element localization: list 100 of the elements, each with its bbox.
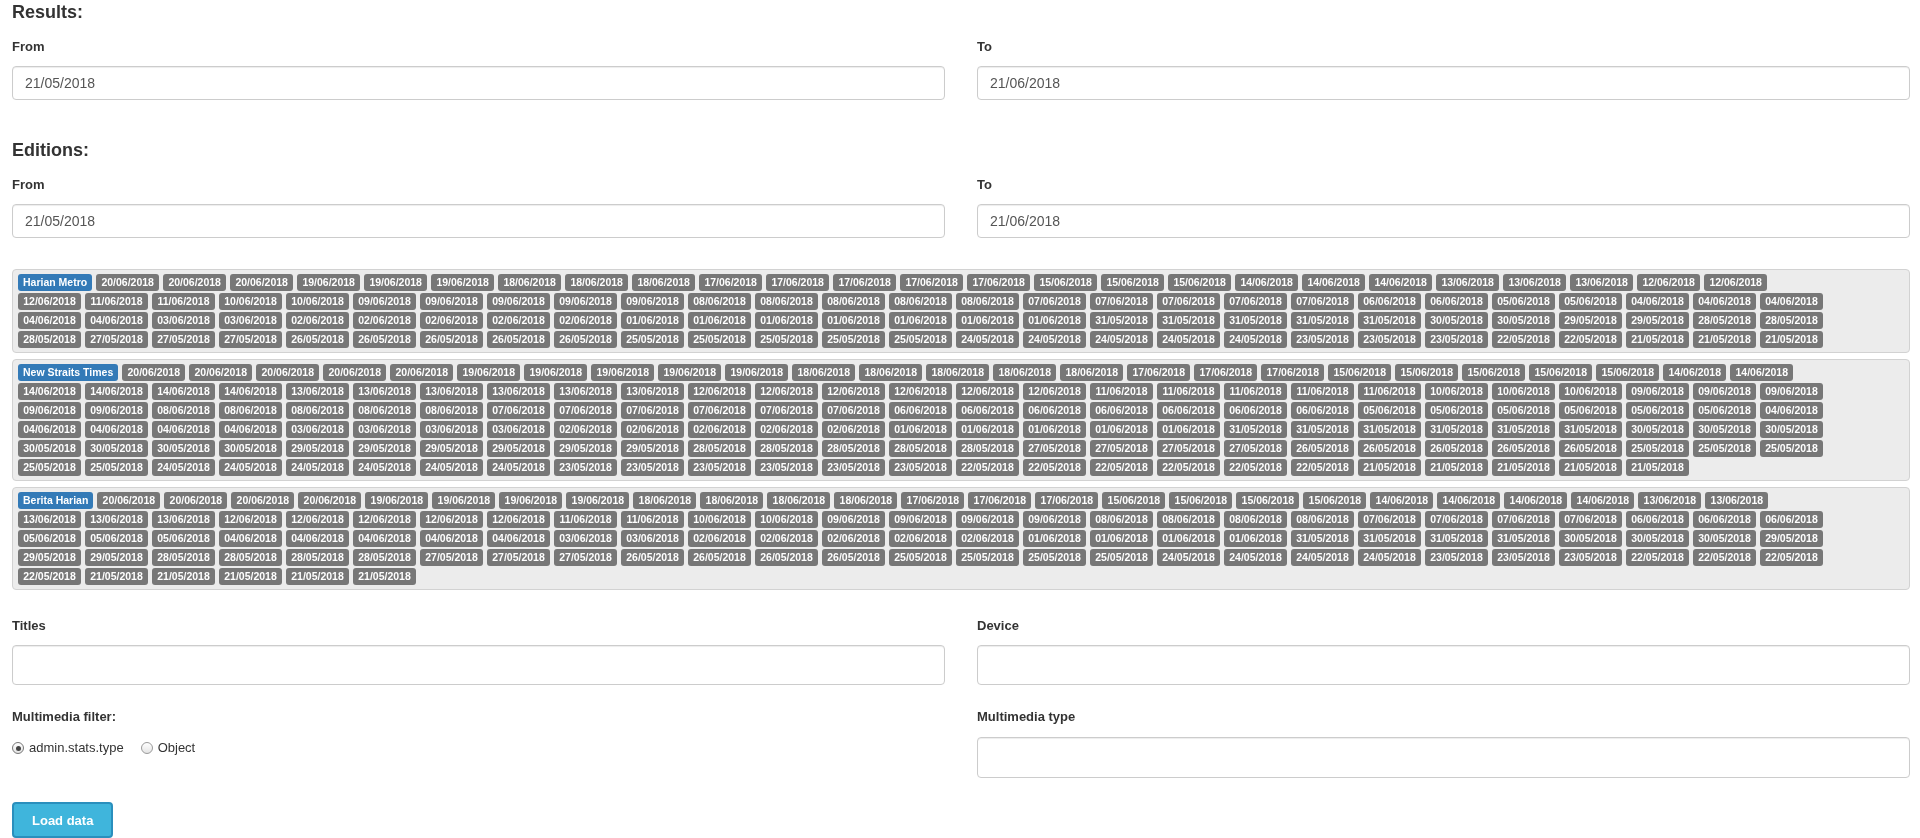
date-badge: 22/05/2018: [1224, 459, 1287, 476]
date-badge: 19/06/2018: [364, 274, 428, 291]
date-badge: 18/06/2018: [1060, 364, 1124, 381]
date-badge: 20/06/2018: [231, 492, 295, 509]
date-badge: 04/06/2018: [219, 421, 282, 438]
date-badge: 23/05/2018: [1291, 331, 1354, 348]
date-badge: 05/06/2018: [1358, 402, 1421, 419]
date-badge: 15/06/2018: [1168, 274, 1232, 291]
date-badge: 07/06/2018: [1090, 293, 1153, 310]
date-badge: 23/05/2018: [889, 459, 952, 476]
date-badge: 28/05/2018: [956, 440, 1019, 457]
date-badge: 24/05/2018: [1291, 549, 1354, 566]
date-badge: 09/06/2018: [1760, 383, 1823, 400]
date-badge: 08/06/2018: [956, 293, 1019, 310]
date-badge: 17/06/2018: [1035, 492, 1099, 509]
date-badge: 18/06/2018: [632, 274, 696, 291]
date-badge: 01/06/2018: [1157, 530, 1220, 547]
date-badge: 25/05/2018: [1693, 440, 1756, 457]
date-badge: 27/05/2018: [554, 549, 617, 566]
date-badge: 31/05/2018: [1358, 530, 1421, 547]
date-badge: 09/06/2018: [1693, 383, 1756, 400]
date-badge: 29/05/2018: [1760, 530, 1823, 547]
date-badge: 02/06/2018: [755, 530, 818, 547]
date-badge: 22/05/2018: [1693, 549, 1756, 566]
date-badge: 19/06/2018: [658, 364, 722, 381]
date-badge: 21/05/2018: [152, 568, 215, 585]
date-badge: 19/06/2018: [457, 364, 521, 381]
text-field[interactable]: [977, 737, 1910, 778]
date-field[interactable]: 21/05/2018: [12, 66, 945, 100]
radio-button[interactable]: [140, 742, 153, 754]
date-badge: 07/06/2018: [487, 402, 550, 419]
date-badge: 25/05/2018: [889, 549, 952, 566]
text-field[interactable]: [977, 645, 1910, 685]
field-label: To: [977, 177, 992, 192]
field-label: Device: [977, 618, 1019, 633]
date-badge: 12/06/2018: [286, 511, 349, 528]
date-badge: 12/06/2018: [822, 383, 885, 400]
date-field[interactable]: 21/06/2018: [977, 66, 1910, 100]
date-badge: 30/05/2018: [219, 440, 282, 457]
date-badge: 04/06/2018: [420, 530, 483, 547]
date-badge: 14/06/2018: [152, 383, 215, 400]
date-badge: 27/05/2018: [1157, 440, 1220, 457]
field-label: From: [12, 39, 45, 54]
date-badge: 05/06/2018: [1626, 402, 1689, 419]
date-badge: 30/05/2018: [18, 440, 81, 457]
date-badge: 07/06/2018: [688, 402, 751, 419]
date-badge: 14/06/2018: [85, 383, 148, 400]
date-badge: 17/06/2018: [766, 274, 830, 291]
date-badge: 28/05/2018: [286, 549, 349, 566]
date-badge: 20/06/2018: [163, 274, 227, 291]
edition-badge: Berita Harian: [18, 492, 94, 509]
date-badge: 25/05/2018: [621, 331, 684, 348]
date-badge: 22/05/2018: [1023, 459, 1086, 476]
date-badge: 28/05/2018: [353, 549, 416, 566]
date-badge: 15/06/2018: [1303, 492, 1367, 509]
date-badge: 28/05/2018: [1693, 312, 1756, 329]
date-badge: 30/05/2018: [1626, 421, 1689, 438]
date-field[interactable]: 21/05/2018: [12, 204, 945, 238]
date-badge: 25/05/2018: [956, 549, 1019, 566]
date-badge: 14/06/2018: [1730, 364, 1794, 381]
date-badge: 08/06/2018: [889, 293, 952, 310]
date-badge: 04/06/2018: [1760, 402, 1823, 419]
radio-button[interactable]: [12, 742, 24, 754]
date-badge: 11/06/2018: [1157, 383, 1220, 400]
date-badge: 02/06/2018: [956, 530, 1019, 547]
date-badge: 08/06/2018: [755, 293, 818, 310]
date-badge: 30/05/2018: [1425, 312, 1488, 329]
date-badge: 01/06/2018: [1157, 421, 1220, 438]
date-badge: 22/05/2018: [1760, 549, 1823, 566]
date-badge: 14/06/2018: [1663, 364, 1727, 381]
date-badge: 08/06/2018: [420, 402, 483, 419]
date-badge: 26/05/2018: [1492, 440, 1555, 457]
text-field[interactable]: [12, 645, 945, 685]
date-badge: 18/06/2018: [993, 364, 1057, 381]
date-badge: 18/06/2018: [498, 274, 562, 291]
date-badge: 22/05/2018: [18, 568, 81, 585]
date-badge: 19/06/2018: [431, 274, 495, 291]
date-badge: 22/05/2018: [1559, 331, 1622, 348]
date-badge: 29/05/2018: [621, 440, 684, 457]
radio-label: admin.stats.type: [29, 740, 124, 756]
date-badge: 26/05/2018: [1425, 440, 1488, 457]
date-badge: 03/06/2018: [420, 421, 483, 438]
date-field[interactable]: 21/06/2018: [977, 204, 1910, 238]
date-badge: 21/05/2018: [85, 568, 148, 585]
section-heading: Editions:: [12, 139, 89, 161]
date-badge: 11/06/2018: [152, 293, 215, 310]
date-badge: 11/06/2018: [1224, 383, 1287, 400]
date-badge: 05/06/2018: [1492, 293, 1555, 310]
date-badge: 20/06/2018: [298, 492, 362, 509]
date-badge: 21/05/2018: [1358, 459, 1421, 476]
date-badge: 30/05/2018: [1693, 421, 1756, 438]
date-badge: 12/06/2018: [420, 511, 483, 528]
date-badge: 01/06/2018: [889, 312, 952, 329]
date-badge: 18/06/2018: [767, 492, 831, 509]
date-badge: 15/06/2018: [1102, 492, 1166, 509]
date-badge: 03/06/2018: [219, 312, 282, 329]
date-badge: 27/05/2018: [420, 549, 483, 566]
date-badge: 03/06/2018: [353, 421, 416, 438]
date-badge: 21/05/2018: [1492, 459, 1555, 476]
date-badge: 31/05/2018: [1559, 421, 1622, 438]
